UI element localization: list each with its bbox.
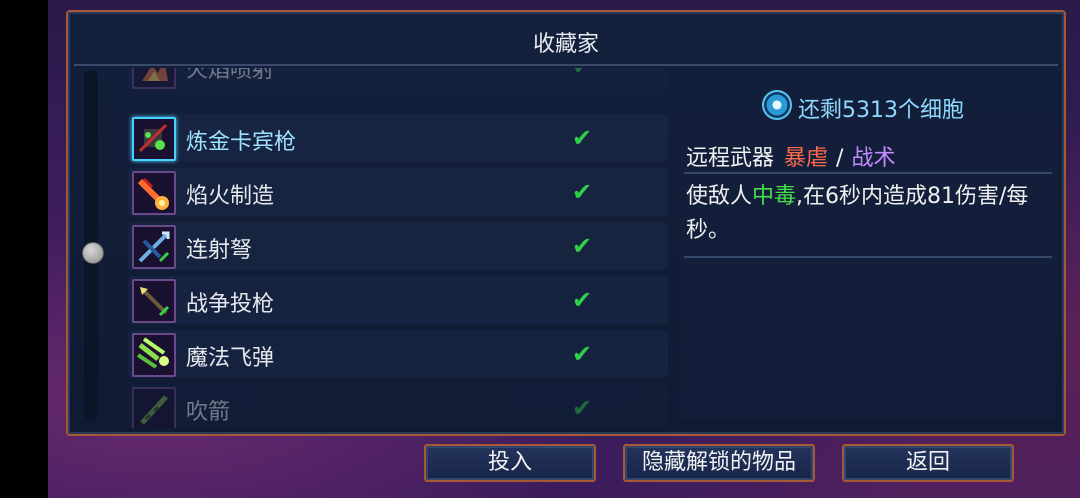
fire-blast-icon [132, 171, 176, 215]
list-item[interactable]: 炼金卡宾枪 ✔ [128, 114, 668, 162]
list-item[interactable]: 魔法飞弹 ✔ [128, 330, 668, 378]
title-divider [74, 64, 1058, 66]
item-name: 吹箭 [186, 400, 231, 425]
item-info-box: 远程武器 暴虐 / 战术 使敌人中毒,在6秒内造成81伤害/每秒。 [680, 136, 1056, 420]
desc-prefix: 使敌人 [686, 184, 753, 209]
check-icon: ✔ [572, 286, 593, 314]
left-black-bar [0, 0, 48, 498]
collector-panel: 收藏家 火焰喷射 ✔ 炼金卡宾枪 ✔ 焰火制造 ✔ [66, 10, 1066, 436]
info-divider-bottom [684, 256, 1052, 258]
hide-unlocked-button[interactable]: 隐藏解锁的物品 [623, 444, 815, 482]
item-list[interactable]: 火焰喷射 ✔ 炼金卡宾枪 ✔ 焰火制造 ✔ 连射弩 ✔ [76, 68, 676, 428]
check-icon: ✔ [572, 394, 593, 422]
list-item[interactable]: 火焰喷射 ✔ [128, 68, 668, 90]
desc-poison: 中毒 [752, 184, 797, 209]
magic-missiles-icon [132, 333, 176, 377]
item-name: 火焰喷射 [186, 68, 275, 83]
weapon-type: 远程武器 [686, 146, 775, 171]
cells-remaining: 还剩5313个细胞 [798, 98, 964, 123]
blowgun-icon [132, 387, 176, 428]
item-name: 魔法飞弹 [186, 346, 275, 371]
check-icon: ✔ [572, 232, 593, 260]
tag-tactics: 战术 [851, 146, 896, 171]
info-divider [684, 172, 1052, 174]
item-description: 使敌人中毒,在6秒内造成81伤害/每秒。 [686, 180, 1048, 248]
item-name: 连射弩 [186, 238, 253, 263]
item-name: 炼金卡宾枪 [186, 130, 297, 155]
detail-pane: 还剩5313个细胞 远程武器 暴虐 / 战术 使敌人中毒,在6秒内造成81伤害/每秒。 [680, 68, 1056, 420]
list-item[interactable]: 焰火制造 ✔ [128, 168, 668, 216]
check-icon: ✔ [572, 124, 593, 152]
flamethrower-icon [132, 68, 176, 89]
item-name: 战争投枪 [186, 292, 275, 317]
list-item[interactable]: 吹箭 ✔ [128, 384, 668, 428]
scrollbar-thumb[interactable] [82, 242, 104, 264]
list-item[interactable]: 连射弩 ✔ [128, 222, 668, 270]
invest-button[interactable]: 投入 [424, 444, 596, 482]
check-icon: ✔ [572, 178, 593, 206]
check-icon: ✔ [572, 340, 593, 368]
alchemic-carbine-icon [132, 117, 176, 161]
tag-brutality: 暴虐 [784, 146, 829, 171]
tag-separator: / [836, 146, 844, 171]
item-name: 焰火制造 [186, 184, 275, 209]
item-tags: 远程武器 暴虐 / 战术 [686, 140, 895, 172]
panel-title: 收藏家 [532, 32, 599, 57]
war-javelin-icon [132, 279, 176, 323]
back-button[interactable]: 返回 [842, 444, 1014, 482]
cell-icon [762, 90, 792, 120]
list-item[interactable]: 战争投枪 ✔ [128, 276, 668, 324]
repeater-crossbow-icon [132, 225, 176, 269]
check-icon: ✔ [572, 68, 592, 80]
